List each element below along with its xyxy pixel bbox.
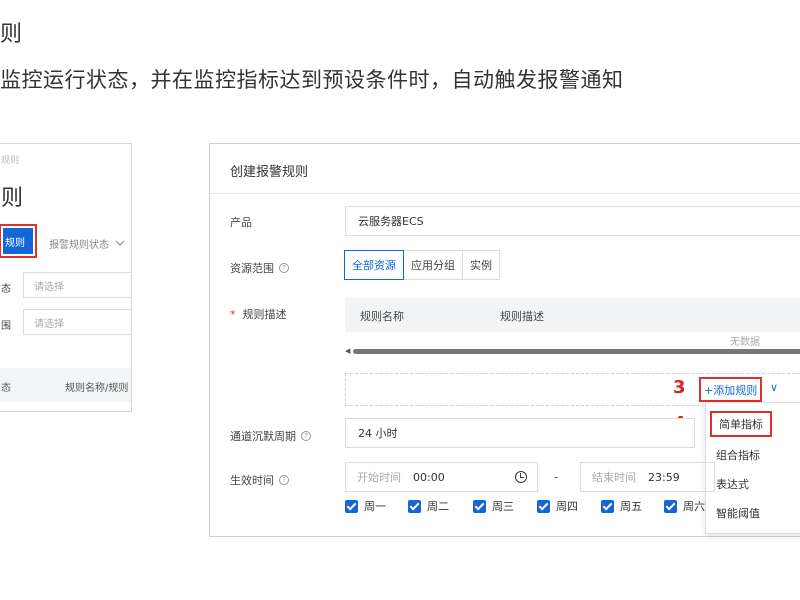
day-checkbox-thu[interactable]: 周四 — [537, 498, 578, 514]
day-checkbox-tue[interactable]: 周二 — [408, 498, 449, 514]
checkbox-checked-icon[interactable] — [345, 499, 358, 513]
rule-table-header: 规则名称 规则描述 — [345, 298, 800, 332]
rule-status-label: 报警规则状态 — [49, 239, 109, 251]
scope-label: 资源范围 ? — [230, 260, 289, 276]
day-label: 周三 — [492, 500, 514, 513]
silence-period-select[interactable]: 24 小时 — [345, 418, 695, 448]
product-label-text: 产品 — [230, 216, 252, 229]
scope-option-instance[interactable]: 实例 — [462, 250, 500, 280]
divider — [210, 193, 800, 194]
checkbox-checked-icon[interactable] — [601, 499, 614, 513]
add-rule-button[interactable]: +添加规则 — [699, 377, 763, 402]
product-select[interactable]: 云服务器ECS — [345, 206, 800, 236]
scrollbar-thumb[interactable] — [353, 349, 800, 354]
help-icon[interactable]: ? — [301, 431, 311, 441]
day-checkbox-mon[interactable]: 周一 — [345, 498, 386, 514]
filter-label-status: 态 — [1, 284, 11, 295]
doc-description: 监控运行状态，并在监控指标达到预设条件时，自动触发报警通知 — [0, 68, 624, 92]
create-rule-button-highlight: 规则 — [0, 224, 37, 258]
empty-text: 无数据 — [730, 337, 760, 348]
checkbox-checked-icon[interactable] — [664, 499, 677, 513]
status-filter-input[interactable]: 请选择 — [23, 272, 131, 298]
add-rule-menu: 简单指标 组合指标 表达式 智能阈值 — [705, 402, 800, 534]
rule-desc-label-text: 规则描述 — [242, 308, 287, 321]
day-label: 周六 — [683, 500, 705, 513]
help-icon[interactable]: ? — [279, 263, 289, 273]
scroll-left-icon[interactable]: ◀ — [345, 347, 350, 355]
menu-item-expression[interactable]: 表达式 — [716, 476, 749, 492]
product-label: 产品 — [230, 214, 252, 230]
end-time-placeholder: 结束时间 — [592, 471, 636, 484]
rule-desc-label: * 规则描述 — [230, 306, 287, 322]
silence-label: 通道沉默周期 ? — [230, 428, 311, 444]
scope-filter-input[interactable]: 请选择 — [23, 309, 131, 335]
rule-table-header: 态 规则名称/规则 — [0, 368, 131, 402]
dialog-title: 创建报警规则 — [230, 165, 309, 180]
day-label: 周四 — [556, 500, 578, 513]
step-3-annotation: 3 — [673, 377, 686, 398]
end-time-input[interactable]: 结束时间 23:59 — [580, 462, 715, 492]
filter-label-scope: 围 — [1, 321, 11, 332]
silence-label-text: 通道沉默周期 — [230, 430, 296, 443]
rule-status-select[interactable]: 报警规则状态 — [49, 233, 131, 253]
day-label: 周五 — [620, 500, 642, 513]
col-header-rule-name: 规则名称 — [360, 310, 404, 323]
checkbox-checked-icon[interactable] — [537, 499, 550, 513]
create-rule-button[interactable]: 规则 — [3, 228, 33, 254]
col-header-name: 规则名称/规则 — [65, 383, 129, 394]
day-checkbox-fri[interactable]: 周五 — [601, 498, 642, 514]
required-marker: * — [230, 307, 236, 321]
create-alert-rule-dialog: 创建报警规则 产品 云服务器ECS 资源范围 ? 全部资源 应用分组 实例 * … — [209, 143, 800, 537]
menu-item-composite-metric[interactable]: 组合指标 — [716, 447, 760, 463]
day-checkbox-sat[interactable]: 周六 — [664, 498, 705, 514]
rule-list-panel: 规则 则 规则 报警规则状态 态 请选择 围 请选择 态 规则名称/规则 — [0, 143, 132, 412]
day-label: 周二 — [427, 500, 449, 513]
page-title: 则 — [1, 186, 24, 211]
chevron-down-icon[interactable]: ∨ — [770, 381, 778, 394]
effective-time-label-text: 生效时间 — [230, 474, 274, 487]
col-header-rule-desc: 规则描述 — [500, 310, 544, 323]
doc-heading-fragment: 则 — [0, 22, 23, 47]
menu-item-smart-threshold[interactable]: 智能阈值 — [716, 505, 760, 521]
help-icon[interactable]: ? — [279, 475, 289, 485]
scope-option-group[interactable]: 应用分组 — [403, 250, 463, 280]
horizontal-scrollbar[interactable]: ◀ — [345, 347, 800, 355]
start-time-placeholder: 开始时间 — [357, 471, 401, 484]
scope-segmented-control: 全部资源 应用分组 实例 — [344, 250, 500, 280]
scope-label-text: 资源范围 — [230, 262, 274, 275]
time-range-separator: - — [554, 470, 559, 484]
col-header-status: 态 — [1, 383, 11, 394]
end-time-value: 23:59 — [648, 470, 680, 484]
checkbox-checked-icon[interactable] — [473, 499, 486, 513]
menu-item-simple-metric[interactable]: 简单指标 — [710, 411, 772, 437]
chevron-down-icon — [115, 240, 125, 246]
day-label: 周一 — [364, 500, 386, 513]
checkbox-checked-icon[interactable] — [408, 499, 421, 513]
effective-time-label: 生效时间 ? — [230, 472, 289, 488]
scope-option-all[interactable]: 全部资源 — [344, 250, 404, 280]
start-time-value: 00:00 — [413, 470, 445, 484]
breadcrumb[interactable]: 规则 — [1, 153, 19, 166]
clock-icon — [515, 471, 527, 483]
day-checkbox-wed[interactable]: 周三 — [473, 498, 514, 514]
start-time-input[interactable]: 开始时间 00:00 — [345, 462, 538, 492]
